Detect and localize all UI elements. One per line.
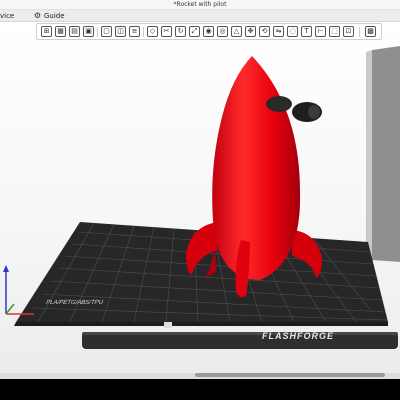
split-icon[interactable]: ◫ (115, 26, 126, 37)
measure-icon[interactable]: ⊢ (315, 26, 326, 37)
rotate3d-icon[interactable]: ⟲ (259, 26, 270, 37)
plate-filament-label: PLA/PETG/ABS/TPU (44, 300, 104, 306)
window-title: *Rocket with pilot (173, 1, 227, 8)
gear-icon[interactable]: ⚙ (33, 11, 42, 20)
menu-device[interactable]: vice (0, 10, 14, 22)
plate-badge (164, 322, 172, 328)
scene-canvas (3, 46, 400, 349)
cut-icon[interactable]: ✂ (161, 26, 172, 37)
support-icon[interactable]: ◉ (203, 26, 214, 37)
printer-tower (372, 46, 400, 262)
plate-brand: FLASHFORGE (262, 331, 334, 341)
window-titlebar: *Rocket with pilot (0, 0, 400, 10)
axis-z-arrow (3, 265, 9, 272)
pilot-head (266, 96, 292, 112)
orient-icon[interactable]: ◇ (147, 26, 158, 37)
table-icon[interactable]: ▤ (69, 26, 80, 37)
menu-bar: vice ⚙ Guide (0, 10, 400, 22)
arrange-icon[interactable]: ▢ (101, 26, 112, 37)
view-icon[interactable]: ⊡ (343, 26, 354, 37)
3d-viewport[interactable]: FLASHFORGE PLA/PETG/ABS/TPU (0, 22, 400, 373)
menu-guide[interactable]: Guide (44, 10, 65, 22)
os-taskbar (0, 379, 400, 400)
move-icon[interactable]: ✥ (245, 26, 256, 37)
rotate-icon[interactable]: ↻ (175, 26, 186, 37)
variable-layer-icon[interactable]: △ (231, 26, 242, 37)
axis-y (5, 303, 15, 315)
horizontal-scrollbar[interactable] (195, 373, 385, 377)
brim-icon[interactable]: ◌ (287, 26, 298, 37)
mirror-icon[interactable]: ⇋ (273, 26, 284, 37)
assembly-icon[interactable]: ⬚ (329, 26, 340, 37)
rocket-body (212, 56, 301, 280)
toolbar-separator (359, 27, 360, 37)
text-icon[interactable]: T (301, 26, 312, 37)
pilot-visor (308, 105, 320, 119)
scale-icon[interactable]: ⤢ (189, 26, 200, 37)
toolbar-separator (97, 27, 98, 37)
grid-icon[interactable]: ▦ (55, 26, 66, 37)
seam-icon[interactable]: ◎ (217, 26, 228, 37)
toggle-panel-icon[interactable]: ▩ (365, 26, 376, 37)
top-toolbar: ⊞ ▦ ▤ ▣ ▢ ◫ ≡ ◇ ✂ ↻ ⤢ ◉ ◎ △ ✥ ⟲ ⇋ ◌ T ⊢ … (36, 23, 382, 40)
printer-tower-edge (366, 50, 372, 260)
plate-handle-highlight (82, 332, 398, 335)
layers-icon[interactable]: ≡ (129, 26, 140, 37)
frame-icon[interactable]: ▣ (83, 26, 94, 37)
add-icon[interactable]: ⊞ (41, 26, 52, 37)
plate-edge (14, 322, 388, 326)
toolbar-separator (143, 27, 144, 37)
